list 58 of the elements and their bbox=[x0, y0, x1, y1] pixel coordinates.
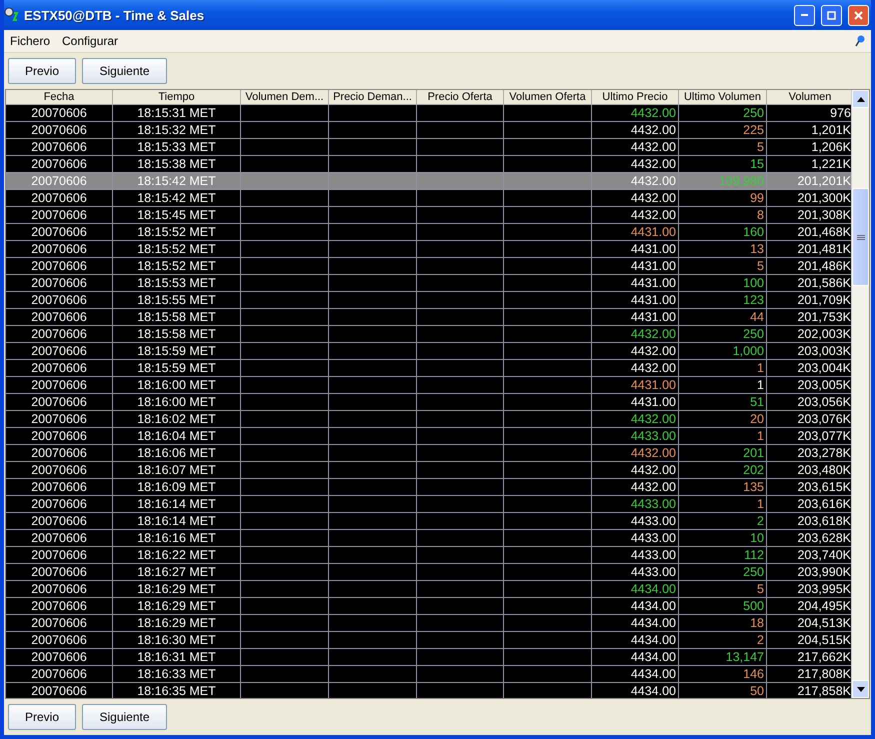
table-row[interactable]: 20070606 18:16:09 MET 4432.00 135 203,615K bbox=[6, 479, 851, 496]
table-row[interactable]: 20070606 18:15:32 MET 4432.00 225 1,201K bbox=[6, 122, 851, 139]
window-title: ESTX50@DTB - Time & Sales bbox=[24, 8, 206, 22]
table-row[interactable]: 20070606 18:16:16 MET 4433.00 10 203,628K bbox=[6, 530, 851, 547]
scroll-up-button[interactable] bbox=[852, 90, 869, 108]
table-row[interactable]: 20070606 18:16:00 MET 4431.00 1 203,005K bbox=[6, 377, 851, 394]
table-cell: 50 bbox=[679, 683, 767, 698]
table-row[interactable]: 20070606 18:15:58 MET 4431.00 44 201,753K bbox=[6, 309, 851, 326]
menu-item[interactable]: Fichero bbox=[10, 34, 50, 48]
table-row[interactable]: 20070606 18:16:14 MET 4433.00 1 203,616K bbox=[6, 496, 851, 513]
table-row[interactable]: 20070606 18:16:04 MET 4433.00 1 203,077K bbox=[6, 428, 851, 445]
nav-button[interactable]: Siguiente bbox=[82, 704, 168, 730]
table-row[interactable]: 20070606 18:16:33 MET 4434.00 146 217,808K bbox=[6, 666, 851, 683]
table-row[interactable]: 20070606 18:16:29 MET 4434.00 18 204,513K bbox=[6, 615, 851, 632]
up-arrow-icon bbox=[856, 96, 864, 102]
table-row[interactable]: 20070606 18:16:02 MET 4432.00 20 203,076K bbox=[6, 411, 851, 428]
table-row[interactable]: 20070606 18:16:22 MET 4433.00 112 203,740K bbox=[6, 547, 851, 564]
table-row[interactable]: 20070606 18:16:06 MET 4432.00 201 203,278K bbox=[6, 445, 851, 462]
close-button[interactable] bbox=[848, 4, 869, 26]
table-row[interactable]: 20070606 18:16:30 MET 4434.00 2 204,515K bbox=[6, 632, 851, 649]
table-row[interactable]: 20070606 18:15:45 MET 4432.00 8 201,308K bbox=[6, 207, 851, 224]
table-row[interactable]: 20070606 18:15:52 MET 4431.00 13 201,481K bbox=[6, 241, 851, 258]
table-row[interactable]: 20070606 18:15:59 MET 4432.00 1 203,004K bbox=[6, 360, 851, 377]
nav-button[interactable]: Previo bbox=[8, 58, 76, 84]
app-icon bbox=[4, 7, 20, 23]
table-cell: 20070606 bbox=[6, 683, 113, 698]
table-row[interactable]: 20070606 18:15:59 MET 4432.00 1,000 203,003K bbox=[6, 343, 851, 360]
close-icon bbox=[854, 10, 863, 20]
maximize-icon bbox=[827, 10, 836, 20]
table-row[interactable]: 20070606 18:16:14 MET 4433.00 2 203,618K bbox=[6, 513, 851, 530]
table-row[interactable]: 20070606 18:16:07 MET 4432.00 202 203,480K bbox=[6, 462, 851, 479]
maximize-button[interactable] bbox=[821, 4, 842, 26]
table-row[interactable]: 20070606 18:15:31 MET 4432.00 250 976 bbox=[6, 105, 851, 122]
grip-icon bbox=[856, 234, 864, 240]
nav-button[interactable]: Siguiente bbox=[82, 58, 168, 84]
table-row[interactable]: 20070606 18:15:55 MET 4431.00 123 201,709K bbox=[6, 292, 851, 309]
scrollbar-thumb[interactable] bbox=[852, 188, 869, 286]
table-row[interactable]: 20070606 18:15:53 MET 4431.00 100 201,586K bbox=[6, 275, 851, 292]
minimize-button[interactable] bbox=[794, 4, 815, 26]
table-row[interactable]: 20070606 18:15:42 MET 4432.00 99 201,300K bbox=[6, 190, 851, 207]
table-row[interactable]: 20070606 18:16:00 MET 4431.00 51 203,056K bbox=[6, 394, 851, 411]
table-row[interactable]: 20070606 18:15:58 MET 4432.00 250 202,003K bbox=[6, 326, 851, 343]
nav-button[interactable]: Previo bbox=[8, 704, 76, 730]
down-arrow-icon bbox=[856, 686, 864, 692]
menu-item[interactable]: Configurar bbox=[62, 34, 118, 48]
table-row[interactable]: 20070606 18:15:33 MET 4432.00 5 1,206K bbox=[6, 139, 851, 156]
table-row[interactable]: 20070606 18:15:52 MET 4431.00 5 201,486K bbox=[6, 258, 851, 275]
table-row[interactable]: 20070606 18:15:38 MET 4432.00 15 1,221K bbox=[6, 156, 851, 173]
table-row[interactable]: 20070606 18:16:29 MET 4434.00 500 204,495K bbox=[6, 598, 851, 615]
table-cell: 18:16:35 MET bbox=[113, 683, 241, 698]
pin-icon bbox=[855, 35, 865, 47]
table-row[interactable]: 20070606 18:16:27 MET 4433.00 250 203,990K bbox=[6, 564, 851, 581]
scroll-down-button[interactable] bbox=[852, 680, 869, 698]
minimize-icon bbox=[801, 14, 808, 16]
table-row[interactable]: 20070606 18:15:52 MET 4431.00 160 201,468K bbox=[6, 224, 851, 241]
table-cell: 4434.00 bbox=[592, 683, 679, 698]
table-row[interactable]: 20070606 18:16:31 MET 4434.00 13,147 217,662K bbox=[6, 649, 851, 666]
table-row[interactable]: 20070606 18:16:29 MET 4434.00 5 203,995K bbox=[6, 581, 851, 598]
